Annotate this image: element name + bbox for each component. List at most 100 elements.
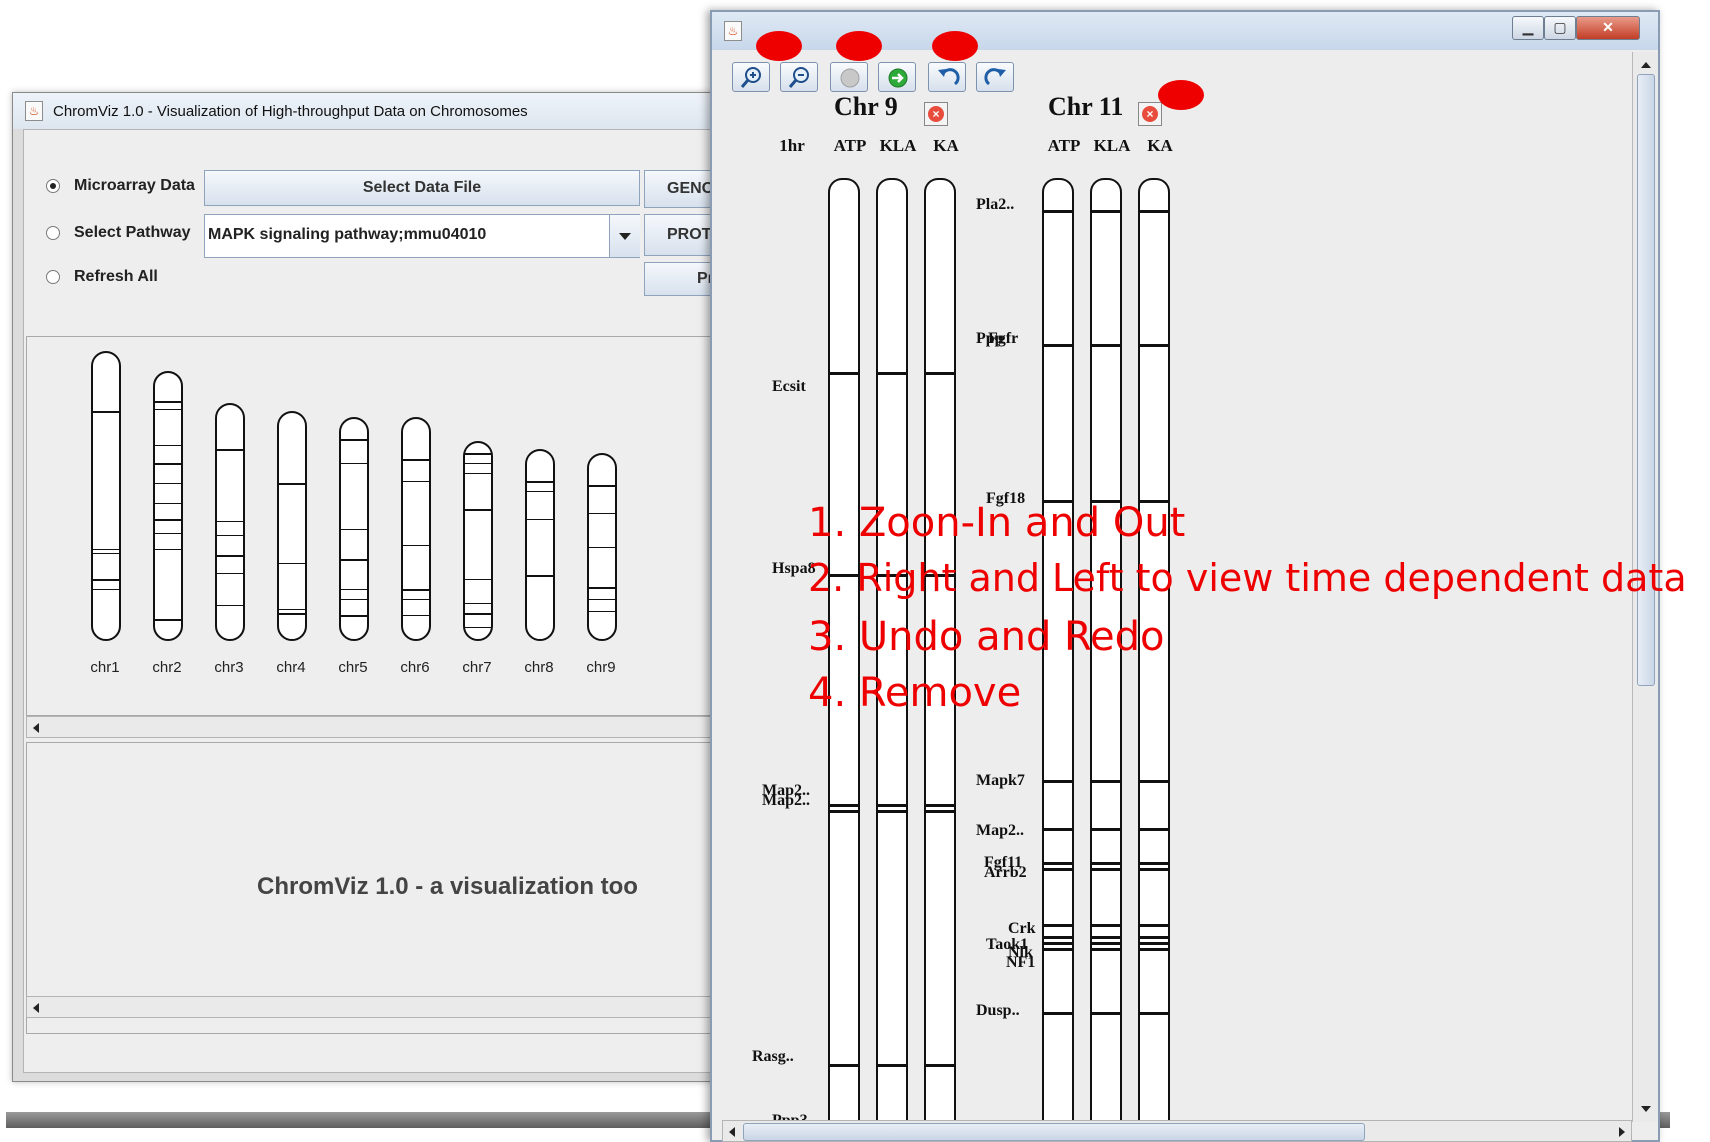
gene-band [926, 372, 954, 375]
refresh-label: Refresh All [74, 268, 158, 285]
chromosome-label: chr7 [462, 659, 492, 676]
chromosome-band [403, 615, 429, 616]
annotation-navigation: 2. Right and Left to view time dependent… [808, 556, 1687, 600]
chromosome-band [217, 535, 243, 536]
pathway-value: MAPK signaling pathway;mmu04010 [208, 226, 487, 243]
pathway-select[interactable]: MAPK signaling pathway;mmu04010 [204, 214, 640, 258]
chromosome-label: chr3 [214, 659, 244, 676]
gene-band [926, 810, 954, 813]
microarray-radio[interactable] [46, 179, 60, 193]
chromosome-ideogram[interactable] [91, 351, 121, 641]
dropdown-arrow-icon[interactable] [609, 215, 640, 257]
gene-band [1140, 1012, 1168, 1015]
chromosome-band [527, 491, 553, 492]
chromosome-label: chr4 [276, 659, 306, 676]
gene-band [1092, 868, 1120, 871]
splash-horizontal-scrollbar[interactable] [26, 996, 746, 1018]
chromosome-ideogram[interactable] [587, 453, 617, 641]
gene-band [1140, 948, 1168, 951]
chromosome-band [279, 613, 305, 615]
chromosome-band [279, 483, 305, 485]
gene-label: Map2.. [762, 792, 810, 809]
chromosome-band [341, 559, 367, 561]
chromosome-band [155, 463, 181, 465]
scroll-up-icon[interactable] [1640, 60, 1652, 70]
chromosome-ideograms: chr1 chr2 chr3 chr4 chr5 chr6 chr7 chr8 chr9 [27, 337, 747, 717]
chromosome-band [341, 599, 367, 600]
select-data-file-button[interactable]: Select Data File [204, 170, 640, 206]
viewer-horizontal-scrollbar[interactable] [722, 1120, 1632, 1142]
chromosome-band [527, 575, 553, 577]
gene-band [1140, 344, 1168, 347]
chromosome-band [217, 449, 243, 451]
chromosome-label: chr8 [524, 659, 554, 676]
chromosome-ideogram[interactable] [339, 417, 369, 641]
chromosome-band [155, 503, 181, 504]
gene-band [1044, 936, 1072, 939]
chromosome-band [589, 599, 615, 600]
chromosome-band [279, 563, 305, 564]
chromosome-band [403, 589, 429, 591]
gene-band [1092, 344, 1120, 347]
gene-band [830, 804, 858, 807]
gene-band [1092, 924, 1120, 927]
overview-horizontal-scrollbar[interactable] [26, 716, 746, 738]
splash-panel: ChromViz 1.0 - a visualization too [26, 742, 746, 1034]
gene-band [1140, 936, 1168, 939]
pathway-radio[interactable] [46, 226, 60, 240]
chromosome-overview-panel: chr1 chr2 chr3 chr4 chr5 chr6 chr7 chr8 chr9 [26, 336, 746, 716]
gene-band [1092, 210, 1120, 213]
chromosome-band [589, 611, 615, 612]
chromosome-ideogram[interactable] [525, 449, 555, 641]
pathway-label: Select Pathway [74, 224, 191, 241]
gene-band [1044, 862, 1072, 865]
gene-band [878, 810, 906, 813]
gene-label: Map2.. [976, 822, 1024, 839]
chromosome-ideogram[interactable] [463, 441, 493, 641]
chromosome-band [403, 599, 429, 600]
gene-band [1140, 942, 1168, 945]
chromosome-band [465, 627, 491, 628]
gene-band [1092, 942, 1120, 945]
gene-band [1044, 828, 1072, 831]
gene-band [1044, 924, 1072, 927]
refresh-radio[interactable] [46, 270, 60, 284]
scroll-left-icon[interactable] [727, 1126, 737, 1138]
chromosome-band [93, 549, 119, 550]
chromosome-band [155, 409, 181, 410]
gene-label: Dusp.. [976, 1002, 1020, 1019]
chromosome-ideogram[interactable] [153, 371, 183, 641]
chromosome-ideogram[interactable] [401, 417, 431, 641]
chromosome-band [589, 513, 615, 514]
chromosome-band [589, 485, 615, 487]
annotation-undo-redo: 3. Undo and Redo [808, 614, 1165, 660]
chromosome-band [403, 481, 429, 482]
annotation-zoom: 1. Zoon-In and Out [808, 500, 1186, 546]
gene-band [1140, 924, 1168, 927]
gene-band [1044, 948, 1072, 951]
window-title: ChromViz 1.0 - Visualization of High-thr… [53, 103, 528, 120]
gene-band [1044, 210, 1072, 213]
gene-band [1044, 344, 1072, 347]
gene-band [830, 810, 858, 813]
chromosome-band [217, 573, 243, 574]
chromosome-band [465, 453, 491, 455]
chromosome-label: chr1 [90, 659, 120, 676]
chromosome-ideogram[interactable] [277, 411, 307, 641]
scroll-left-icon[interactable] [31, 722, 41, 734]
scroll-right-icon[interactable] [1617, 1126, 1627, 1138]
chromosome-band [465, 463, 491, 464]
chromosome-band [279, 609, 305, 610]
chromosome-ideogram[interactable] [215, 403, 245, 641]
main-window: ♨ ChromViz 1.0 - Visualization of High-t… [12, 92, 754, 1082]
gene-band [878, 372, 906, 375]
splash-text: ChromViz 1.0 - a visualization too [257, 873, 638, 900]
main-titlebar: ♨ ChromViz 1.0 - Visualization of High-t… [13, 93, 751, 129]
gene-band [830, 372, 858, 375]
scroll-left-icon[interactable] [31, 1002, 41, 1014]
chromosome-label: chr5 [338, 659, 368, 676]
scroll-down-icon[interactable] [1640, 1104, 1652, 1114]
horizontal-scroll-thumb[interactable] [743, 1123, 1365, 1141]
chromosome-band [527, 519, 553, 520]
chromosome-band [217, 605, 243, 606]
